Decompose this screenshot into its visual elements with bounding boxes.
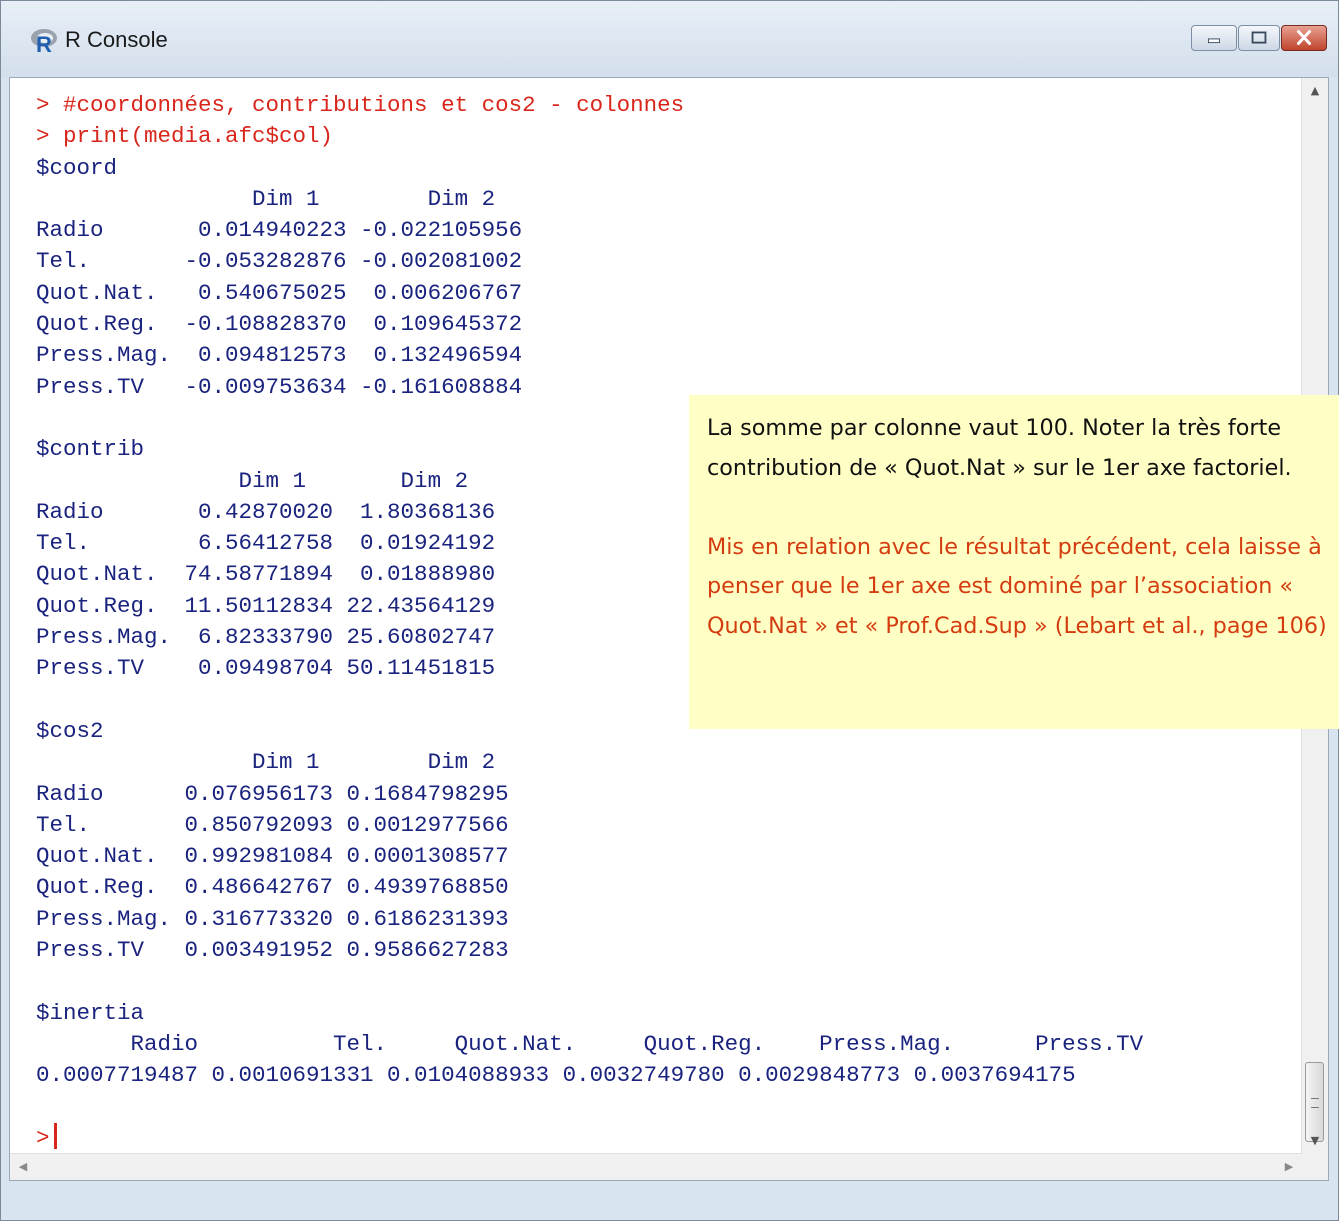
table-header: Dim 1 Dim 2 — [36, 749, 496, 776]
close-icon — [1296, 30, 1312, 46]
section-title-coord: $coord — [36, 154, 118, 181]
table-row: Press.Mag. 0.094812573 0.132496594 — [36, 342, 523, 369]
title-bar[interactable]: R R Console — [1, 1, 1338, 77]
resize-grip-icon[interactable] — [1302, 1154, 1328, 1180]
section-title-inertia: $inertia — [36, 999, 145, 1026]
table-row: Quot.Nat. 0.540675025 0.006206767 — [36, 279, 523, 306]
grip-icon — [1311, 1098, 1319, 1108]
scroll-up-icon[interactable]: ▲ — [1302, 78, 1328, 104]
table-row: Quot.Reg. 0.486642767 0.4939768850 — [36, 874, 509, 901]
svg-text:R: R — [36, 32, 52, 55]
table-row: Press.TV 0.003491952 0.9586627283 — [36, 937, 509, 964]
command-line: > print(media.afc$col) — [36, 123, 334, 150]
note-paragraph-highlight: Mis en relation avec le résultat précéde… — [707, 533, 1327, 639]
table-row: Radio 0.014940223 -0.022105956 — [36, 217, 523, 244]
table-row: Radio 0.076956173 0.1684798295 — [36, 780, 509, 807]
table-row: Tel. -0.053282876 -0.002081002 — [36, 248, 523, 275]
minimize-button[interactable] — [1191, 25, 1237, 51]
text-cursor — [53, 1122, 57, 1149]
note-paragraph: La somme par colonne vaut 100. Noter la … — [707, 415, 1292, 481]
scroll-left-icon[interactable]: ◀ — [10, 1154, 36, 1180]
maximize-icon — [1251, 31, 1267, 44]
prompt-line[interactable]: > — [36, 1122, 1143, 1154]
window-title: R Console — [65, 27, 168, 52]
table-header: Radio Tel. Quot.Nat. Quot.Reg. Press.Mag… — [36, 1030, 1144, 1057]
scroll-down-icon[interactable]: ▼ — [1302, 1128, 1328, 1154]
minimize-icon — [1208, 38, 1220, 44]
table-row: Tel. 0.850792093 0.0012977566 — [36, 811, 509, 838]
horizontal-scrollbar[interactable]: ◀ ▶ — [10, 1153, 1302, 1180]
prompt-symbol: > — [36, 1124, 50, 1151]
scroll-right-icon[interactable]: ▶ — [1276, 1154, 1302, 1180]
table-row: Quot.Nat. 0.992981084 0.0001308577 — [36, 843, 509, 870]
close-button[interactable] — [1281, 25, 1327, 51]
annotation-note: La somme par colonne vaut 100. Noter la … — [689, 395, 1339, 729]
r-logo-icon: R — [31, 29, 57, 55]
maximize-button[interactable] — [1238, 25, 1280, 51]
table-row: 0.0007719487 0.0010691331 0.0104088933 0… — [36, 1062, 1076, 1089]
table-row: Press.Mag. 0.316773320 0.6186231393 — [36, 905, 509, 932]
command-line: > #coordonnées, contributions et cos2 - … — [36, 92, 685, 118]
table-row: Quot.Reg. -0.108828370 0.109645372 — [36, 311, 523, 338]
table-header: Dim 1 Dim 2 — [36, 185, 496, 212]
